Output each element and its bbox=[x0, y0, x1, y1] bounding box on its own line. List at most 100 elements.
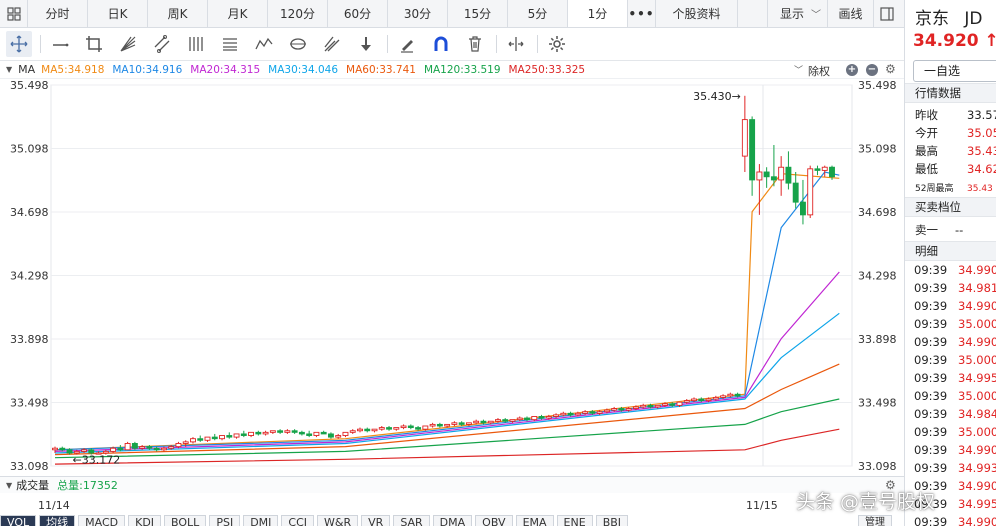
tab-period-120min[interactable]: 120分 bbox=[268, 0, 328, 27]
candle-down bbox=[240, 433, 247, 436]
more-periods-button[interactable]: ••• bbox=[628, 0, 656, 27]
volume-total: 总量:17352 bbox=[57, 479, 118, 492]
delete-drawings-tool[interactable] bbox=[462, 31, 488, 57]
collapse-triangle-icon[interactable]: ▼ bbox=[6, 65, 12, 74]
candle-up bbox=[756, 171, 763, 181]
tick-row: 09:39 34.990 bbox=[914, 515, 996, 526]
tab-indicator-dmi[interactable]: DMI bbox=[243, 515, 279, 526]
tab-period-timeshare[interactable]: 分时 bbox=[28, 0, 88, 27]
vertical-lines-tool[interactable] bbox=[183, 31, 209, 57]
candle-up bbox=[691, 398, 697, 402]
fan-lines-tool[interactable] bbox=[115, 31, 141, 57]
price-chart[interactable]: 35.498 35.498 35.098 35.098 34.698 34.698 34.2… bbox=[0, 79, 904, 476]
candle-up bbox=[603, 409, 610, 413]
zoom-out-icon[interactable]: − bbox=[866, 64, 878, 76]
candle-down bbox=[800, 201, 806, 216]
tab-period-day[interactable]: 日K bbox=[88, 0, 148, 27]
ma-line-ma5 bbox=[54, 172, 840, 451]
zoom-in-icon[interactable]: + bbox=[846, 64, 858, 76]
tab-period-1min[interactable]: 1分 bbox=[568, 0, 628, 27]
indicator-manage-button[interactable]: 管理 bbox=[858, 515, 892, 526]
adjust-mode-dropdown[interactable]: 除权 bbox=[808, 63, 830, 79]
parallel-channel-tool[interactable] bbox=[149, 31, 175, 57]
tab-indicator-kdj[interactable]: KDJ bbox=[128, 515, 162, 526]
tab-period-month[interactable]: 月K bbox=[208, 0, 268, 27]
tab-indicator-wr[interactable]: W&R bbox=[317, 515, 359, 526]
crosshair-tool[interactable] bbox=[6, 31, 32, 57]
week52-high-label: 52周最高 bbox=[915, 184, 954, 194]
toolbar-settings-button[interactable] bbox=[544, 31, 570, 57]
tab-indicator-boll[interactable]: BOLL bbox=[164, 515, 207, 526]
max-price-annotation: 35.430→ bbox=[693, 90, 741, 103]
candle-down bbox=[618, 408, 625, 411]
stock-info-button[interactable]: 个股资料 bbox=[656, 0, 738, 27]
app-window: 分时 日K 周K 月K 120分 60分 30分 15分 5分 1分 ••• 个… bbox=[0, 0, 996, 526]
y-tick-label-right: 33.898 bbox=[858, 333, 897, 346]
candle-down bbox=[770, 176, 777, 181]
tab-indicator-obv[interactable]: OBV bbox=[475, 515, 513, 526]
ma10-value: MA10:34.916 bbox=[112, 63, 183, 76]
polyline-tool[interactable] bbox=[251, 31, 277, 57]
tab-indicator-macd[interactable]: MACD bbox=[78, 515, 126, 526]
eraser-tool[interactable] bbox=[394, 31, 420, 57]
tab-indicator-ma[interactable]: 均线 bbox=[39, 515, 76, 526]
arrow-marker-tool[interactable] bbox=[353, 31, 379, 57]
tick-time: 09:39 bbox=[914, 335, 948, 349]
tab-period-5min[interactable]: 5分 bbox=[508, 0, 568, 27]
y-tick-label-left: 34.298 bbox=[10, 270, 49, 283]
y-tick-label-right: 33.098 bbox=[858, 460, 897, 473]
candle-up bbox=[778, 166, 785, 181]
cycle-tool[interactable] bbox=[285, 31, 311, 57]
tick-price: 34.990 bbox=[958, 299, 996, 313]
candle-up bbox=[400, 425, 407, 429]
high-row: 最高 35.43 bbox=[915, 143, 996, 159]
tab-period-60min[interactable]: 60分 bbox=[328, 0, 388, 27]
candle-up bbox=[516, 417, 523, 421]
ma250-value: MA250:33.325 bbox=[508, 63, 586, 76]
candle-up bbox=[110, 447, 117, 452]
draw-lines-button[interactable]: 画线 bbox=[828, 0, 874, 27]
low-label: 最低 bbox=[915, 162, 938, 176]
gear-icon[interactable]: ⚙ bbox=[885, 62, 896, 76]
ma-indicator-title: MA bbox=[18, 63, 36, 76]
tick-row: 09:39 34.990 bbox=[914, 299, 996, 313]
tick-time: 09:39 bbox=[914, 461, 948, 475]
tab-indicator-vr[interactable]: VR bbox=[361, 515, 391, 526]
tab-indicator-ema[interactable]: EMA bbox=[515, 515, 554, 526]
tab-indicator-ene[interactable]: ENE bbox=[556, 515, 593, 526]
min-price-annotation: ←33.172 bbox=[73, 453, 121, 466]
tab-period-30min[interactable]: 30分 bbox=[388, 0, 448, 27]
tab-indicator-cci[interactable]: CCI bbox=[281, 515, 315, 526]
collapse-triangle-icon[interactable]: ▼ bbox=[6, 481, 12, 490]
candle-up bbox=[168, 446, 175, 449]
candle-up bbox=[495, 419, 501, 422]
candle-down bbox=[814, 168, 821, 171]
magnet-tool[interactable] bbox=[428, 31, 454, 57]
panel-toggle-button[interactable] bbox=[874, 0, 900, 27]
candle-down bbox=[502, 419, 509, 422]
date-label-start: 11/14 bbox=[38, 499, 70, 512]
tab-indicator-vol[interactable]: VOL bbox=[0, 515, 37, 526]
candle-up bbox=[175, 443, 182, 448]
pitchfork-tool[interactable] bbox=[319, 31, 345, 57]
line-segment-tool[interactable] bbox=[47, 31, 73, 57]
candle-up bbox=[349, 430, 356, 433]
cycle-ellipse-icon bbox=[290, 38, 306, 50]
display-dropdown[interactable]: 显示 ﹀ bbox=[768, 0, 828, 27]
y-tick-label-right: 34.698 bbox=[858, 206, 897, 219]
tab-indicator-sar[interactable]: SAR bbox=[393, 515, 430, 526]
tab-period-week[interactable]: 周K bbox=[148, 0, 208, 27]
candle-down bbox=[524, 417, 530, 421]
candle-down bbox=[320, 431, 327, 435]
expand-width-tool[interactable] bbox=[503, 31, 529, 57]
adjust-chevron-icon[interactable]: ﹀ bbox=[794, 63, 803, 76]
tab-indicator-psi[interactable]: PSI bbox=[209, 515, 241, 526]
rectangle-tool[interactable] bbox=[81, 31, 107, 57]
tab-indicator-bbi[interactable]: BBI bbox=[595, 515, 629, 526]
tab-indicator-dma[interactable]: DMA bbox=[432, 515, 473, 526]
grid-icon-button[interactable] bbox=[0, 0, 28, 27]
horizontal-levels-tool[interactable] bbox=[217, 31, 243, 57]
tab-period-15min[interactable]: 15分 bbox=[448, 0, 508, 27]
move-cross-icon bbox=[10, 35, 28, 53]
watchlist-toggle-button[interactable]: 一自选 bbox=[913, 60, 996, 82]
